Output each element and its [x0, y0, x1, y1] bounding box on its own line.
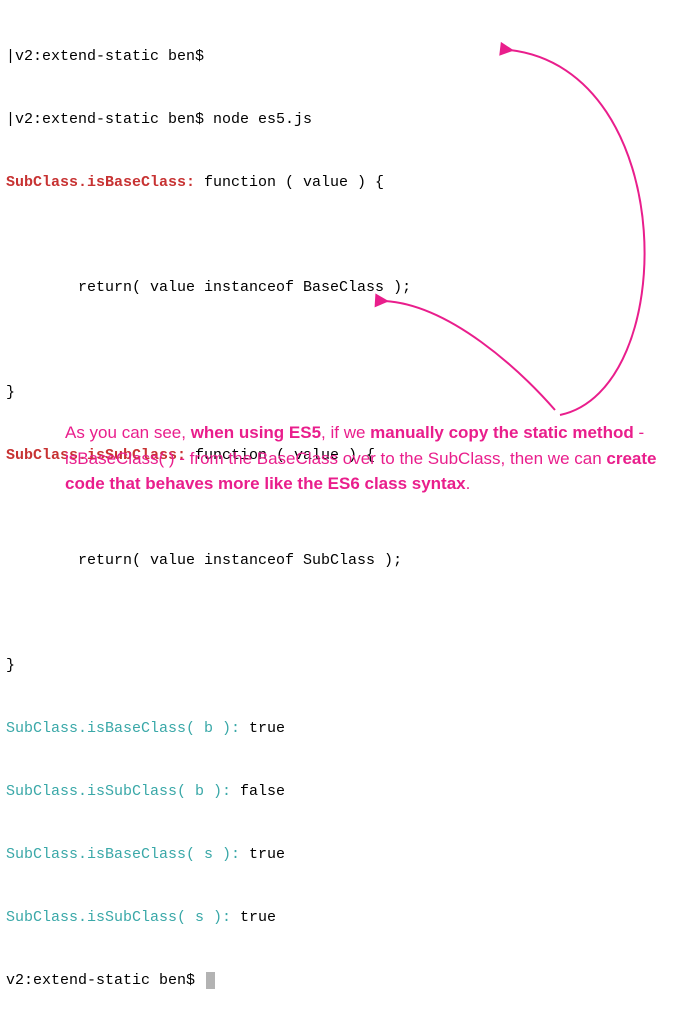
output-brace: } — [6, 382, 694, 403]
output-return-sub: return( value instanceof SubClass ); — [6, 550, 694, 571]
result-3: SubClass.isBaseClass( s ): true — [6, 844, 694, 865]
output-isbaseclass-def: SubClass.isBaseClass: function ( value )… — [6, 172, 694, 193]
result-2: SubClass.isSubClass( b ): false — [6, 781, 694, 802]
annotation-text: As you can see, when using ES5, if we ma… — [65, 420, 660, 497]
prompt-command: |v2:extend-static ben$ node es5.js — [6, 109, 694, 130]
cursor-icon — [206, 972, 215, 989]
output-return-base: return( value instanceof BaseClass ); — [6, 277, 694, 298]
result-4: SubClass.isSubClass( s ): true — [6, 907, 694, 928]
prompt-idle-final: v2:extend-static ben$ — [6, 970, 694, 991]
terminal-output: |v2:extend-static ben$ |v2:extend-static… — [0, 0, 700, 1016]
output-brace: } — [6, 655, 694, 676]
result-1: SubClass.isBaseClass( b ): true — [6, 718, 694, 739]
prompt-idle: |v2:extend-static ben$ — [6, 46, 694, 67]
